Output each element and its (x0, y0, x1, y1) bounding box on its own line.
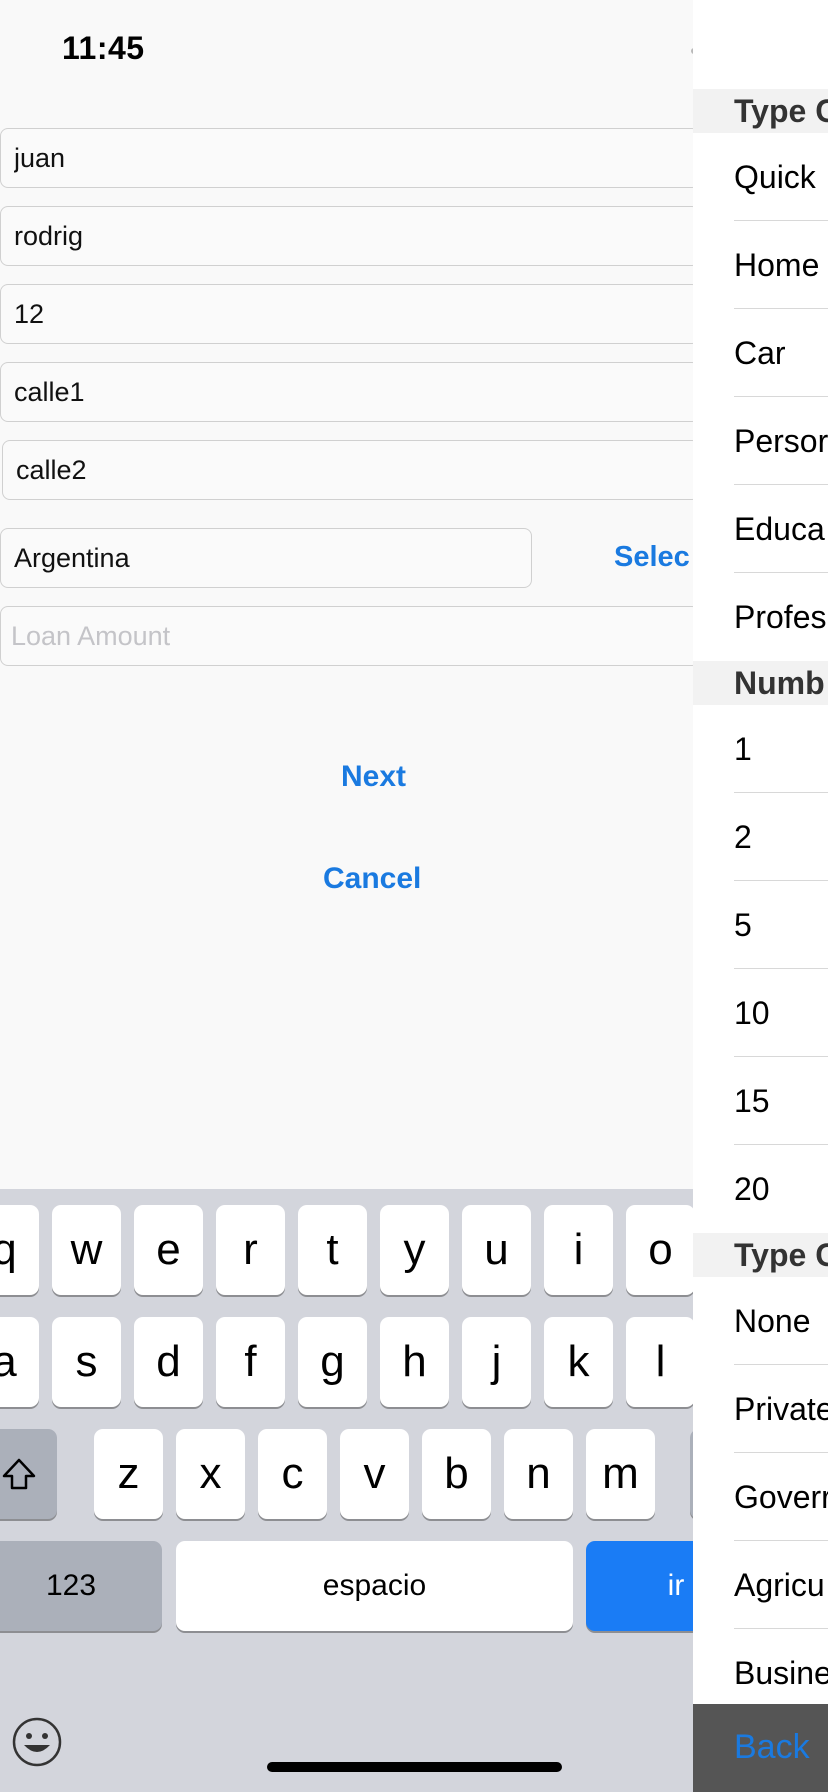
key-q[interactable]: q (0, 1205, 39, 1295)
key-f[interactable]: f (216, 1317, 285, 1407)
key-w[interactable]: w (52, 1205, 121, 1295)
option-agriculture[interactable]: Agricu (734, 1541, 828, 1629)
option-professional[interactable]: Profes (734, 573, 828, 661)
back-button[interactable]: Back (734, 1728, 810, 1767)
option-car[interactable]: Car (734, 309, 828, 397)
status-time: 11:45 (62, 30, 145, 66)
key-m[interactable]: m (586, 1429, 655, 1519)
option-2[interactable]: 2 (734, 793, 828, 881)
select-country-button[interactable]: Selec (614, 541, 690, 574)
option-quick[interactable]: Quick (734, 133, 828, 221)
next-button[interactable]: Next (341, 760, 406, 794)
key-u[interactable]: u (462, 1205, 531, 1295)
cancel-button[interactable]: Cancel (323, 862, 421, 896)
option-education[interactable]: Educa (734, 485, 828, 573)
key-k[interactable]: k (544, 1317, 613, 1407)
key-c[interactable]: c (258, 1429, 327, 1519)
option-1[interactable]: 1 (734, 705, 828, 793)
option-15[interactable]: 15 (734, 1057, 828, 1145)
section-header-type: Type C (693, 89, 828, 133)
key-o[interactable]: o (626, 1205, 695, 1295)
first-name-input[interactable] (0, 128, 700, 188)
key-y[interactable]: y (380, 1205, 449, 1295)
option-home[interactable]: Home (734, 221, 828, 309)
panel-footer: Back (693, 1704, 828, 1792)
home-indicator (267, 1762, 562, 1772)
key-t[interactable]: t (298, 1205, 367, 1295)
section-header-number: Numb (693, 661, 828, 705)
shift-icon (2, 1458, 35, 1490)
option-private[interactable]: Private (734, 1365, 828, 1453)
key-x[interactable]: x (176, 1429, 245, 1519)
key-z[interactable]: z (94, 1429, 163, 1519)
loan-amount-input[interactable] (0, 606, 700, 666)
key-i[interactable]: i (544, 1205, 613, 1295)
key-g[interactable]: g (298, 1317, 367, 1407)
option-10[interactable]: 10 (734, 969, 828, 1057)
key-h[interactable]: h (380, 1317, 449, 1407)
last-name-input[interactable] (0, 206, 700, 266)
key-v[interactable]: v (340, 1429, 409, 1519)
address1-input[interactable] (0, 362, 700, 422)
emoji-icon[interactable] (12, 1717, 62, 1767)
shift-key[interactable] (0, 1429, 57, 1519)
option-5[interactable]: 5 (734, 881, 828, 969)
numbers-key[interactable]: 123 (0, 1541, 162, 1631)
key-s[interactable]: s (52, 1317, 121, 1407)
key-e[interactable]: e (134, 1205, 203, 1295)
key-l[interactable]: l (626, 1317, 695, 1407)
option-none[interactable]: None (734, 1277, 828, 1365)
option-20[interactable]: 20 (734, 1145, 828, 1233)
key-j[interactable]: j (462, 1317, 531, 1407)
section-header-type-2: Type C (693, 1233, 828, 1277)
option-government[interactable]: Goverr (734, 1453, 828, 1541)
key-a[interactable]: a (0, 1317, 39, 1407)
key-n[interactable]: n (504, 1429, 573, 1519)
space-key[interactable]: espacio (176, 1541, 573, 1631)
age-input[interactable] (0, 284, 700, 344)
address2-input[interactable] (2, 440, 700, 500)
country-input[interactable] (0, 528, 532, 588)
options-panel: Type C Quick Home Car Persor Educa Profe… (693, 0, 828, 1792)
key-b[interactable]: b (422, 1429, 491, 1519)
option-personal[interactable]: Persor (734, 397, 828, 485)
key-d[interactable]: d (134, 1317, 203, 1407)
key-r[interactable]: r (216, 1205, 285, 1295)
